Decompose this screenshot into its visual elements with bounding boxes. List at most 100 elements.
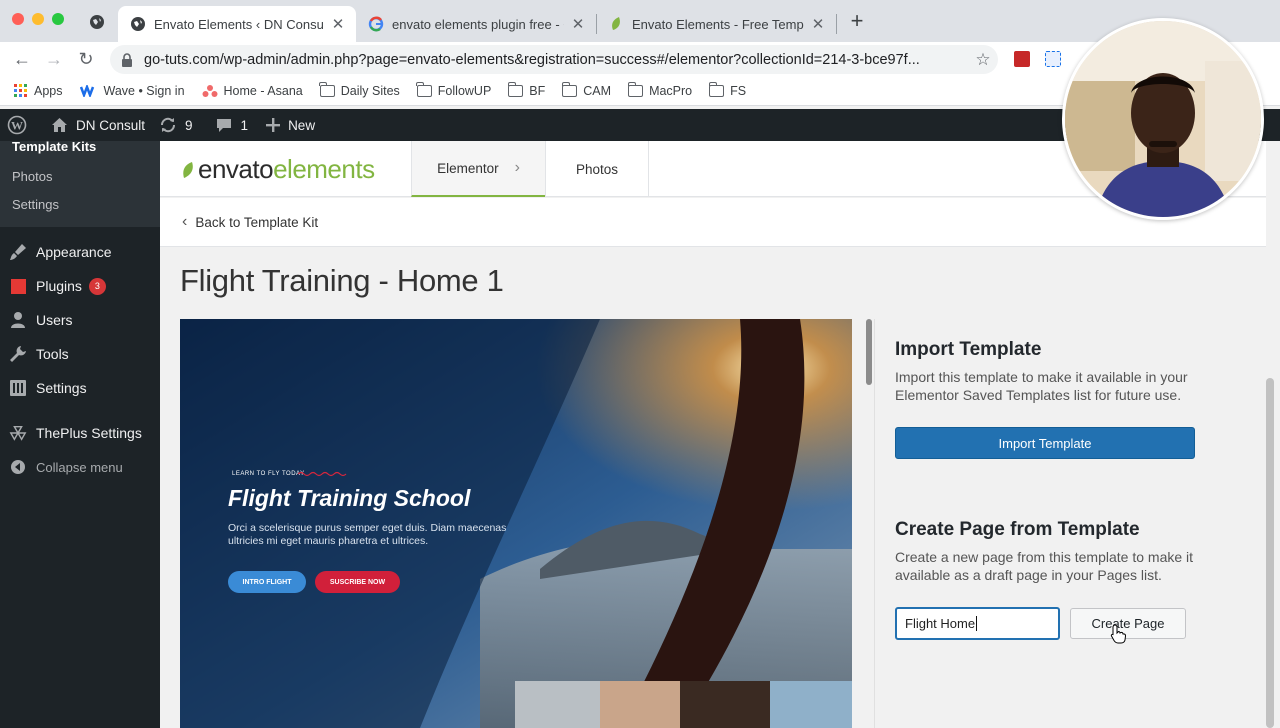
page-scrollbar[interactable] [1266, 378, 1274, 728]
bookmark-label: Daily Sites [340, 83, 400, 98]
bookmark-label: FS [730, 83, 747, 98]
wave-icon [79, 84, 94, 97]
address-bar[interactable]: go-tuts.com/wp-admin/admin.php?page=enva… [110, 45, 998, 74]
page-name-input[interactable]: Flight Home [895, 607, 1060, 640]
logo-text-envato: envato [198, 154, 274, 184]
create-page-button[interactable]: Create Page [1070, 608, 1186, 639]
bookmark-label: Wave • Sign in [103, 83, 185, 98]
sidebar-item-settings[interactable]: Settings [0, 371, 160, 405]
logo-text-elements: elements [273, 154, 375, 184]
text-caret [976, 616, 978, 631]
preview-scrollbar[interactable] [866, 319, 872, 385]
wordpress-logo-icon: W [7, 115, 27, 135]
panel-divider [874, 319, 875, 728]
import-template-description: Import this template to make it availabl… [895, 369, 1188, 403]
page-name-value: Flight Home [905, 616, 976, 631]
close-window-button[interactable] [12, 13, 24, 25]
tab-separator [836, 14, 837, 34]
sidebar-item-theplus-settings[interactable]: ThePlus Settings [0, 416, 160, 450]
tab-envato-elements-admin[interactable]: Envato Elements ‹ DN Consult ✕ [118, 6, 356, 42]
bookmark-label: MacPro [649, 83, 693, 98]
comments-count: 1 [240, 117, 249, 133]
tab-envato-free-templates[interactable]: Envato Elements - Free Templa ✕ [596, 6, 836, 42]
close-tab-icon[interactable]: ✕ [810, 15, 826, 33]
updates-link[interactable]: 9 [159, 116, 193, 134]
plus-icon [266, 118, 281, 132]
tab-google-search[interactable]: envato elements plugin free - G ✕ [356, 6, 596, 42]
bookmark-label: Home - Asana [223, 83, 303, 98]
close-tab-icon[interactable]: ✕ [330, 15, 346, 33]
pinned-tab-globe-icon[interactable] [89, 14, 105, 30]
chevron-right-icon: › [514, 159, 520, 176]
bookmark-cam[interactable]: CAM [561, 81, 612, 98]
sidebar-item-plugins[interactable]: Plugins 3 [0, 269, 160, 303]
site-name-link[interactable]: DN Consult [51, 117, 145, 133]
svg-text:W: W [11, 119, 23, 133]
wp-admin-sidebar: Template Kits Photos Settings Appearance… [0, 140, 160, 728]
preview-headline: Flight Training School [228, 485, 471, 511]
bookmark-apps[interactable]: Apps [14, 83, 63, 98]
site-name: DN Consult [76, 117, 146, 133]
folder-icon [416, 81, 432, 97]
forward-arrow-icon[interactable]: → [42, 47, 66, 71]
bookmark-wave[interactable]: Wave • Sign in [79, 83, 185, 98]
tab-title: Envato Elements - Free Templa [632, 16, 804, 32]
preview-eyebrow: LEARN TO FLY TODAY [232, 471, 305, 477]
lock-icon [122, 52, 132, 67]
comments-link[interactable]: 1 [215, 117, 249, 134]
bookmark-fs[interactable]: FS [708, 81, 747, 98]
paintbrush-icon [9, 243, 27, 261]
comment-icon [216, 118, 231, 132]
sidebar-item-users[interactable]: Users [0, 303, 160, 337]
template-preview-image[interactable]: LEARN TO FLY TODAY Flight Training Schoo… [180, 319, 852, 728]
user-icon [9, 311, 27, 329]
tab-photos[interactable]: Photos [545, 141, 649, 197]
folder-icon [507, 81, 524, 97]
envato-submenu: Template Kits Photos Settings [0, 140, 160, 227]
tab-title: envato elements plugin free - G [392, 16, 564, 32]
wordpress-logo-button[interactable]: W [7, 115, 35, 135]
home-icon [52, 118, 67, 132]
back-to-template-kit-link[interactable]: Back to Template Kit [195, 215, 318, 230]
extension-n-icon[interactable] [1045, 51, 1061, 67]
create-page-description: Create a new page from this template to … [895, 549, 1194, 583]
submenu-item-template-kits[interactable]: Template Kits [0, 140, 160, 163]
envato-elements-logo: envato elements [180, 154, 375, 185]
bookmark-label: BF [529, 83, 546, 98]
envato-leaf-icon [612, 17, 620, 30]
bookmark-star-icon[interactable]: ☆ [968, 50, 998, 70]
maximize-window-button[interactable] [52, 13, 64, 25]
minimize-window-button[interactable] [32, 13, 44, 25]
tab-title: Envato Elements ‹ DN Consult [154, 16, 324, 32]
submenu-item-settings[interactable]: Settings [0, 191, 160, 219]
bookmark-bf[interactable]: BF [507, 81, 546, 98]
chevron-left-icon[interactable]: ‹ [182, 213, 187, 231]
reload-icon[interactable]: ↻ [74, 47, 98, 71]
bookmark-daily-sites[interactable]: Daily Sites [319, 81, 400, 98]
collapse-menu-button[interactable]: Collapse menu [0, 450, 160, 484]
sidebar-item-label: Users [36, 312, 73, 328]
presenter-video [1065, 21, 1261, 217]
sidebar-item-label: Settings [36, 380, 87, 396]
wave-decoration-icon [298, 471, 347, 477]
bookmark-macpro[interactable]: MacPro [627, 81, 693, 98]
bookmark-label: CAM [583, 83, 612, 98]
sidebar-item-appearance[interactable]: Appearance [0, 235, 160, 269]
import-template-button[interactable]: Import Template [895, 427, 1195, 459]
sidebar-item-label: Plugins [36, 278, 82, 294]
folder-icon [708, 81, 725, 97]
extension-lastpass-icon[interactable] [1014, 51, 1030, 67]
tab-elementor[interactable]: Elementor › [411, 141, 545, 197]
close-tab-icon[interactable]: ✕ [570, 15, 586, 33]
new-tab-button[interactable]: + [846, 10, 868, 32]
back-arrow-icon[interactable]: ← [10, 47, 34, 71]
bookmark-followup[interactable]: FollowUP [416, 81, 491, 98]
sidebar-item-tools[interactable]: Tools [0, 337, 160, 371]
back-to-template-kit-bar: ‹ Back to Template Kit [160, 198, 1266, 247]
folder-icon [627, 81, 644, 97]
page-title: Flight Training - Home 1 [180, 263, 504, 298]
new-content-link[interactable]: New [266, 118, 315, 133]
bookmark-asana[interactable]: Home - Asana [202, 84, 303, 98]
submenu-item-photos[interactable]: Photos [0, 163, 160, 191]
folder-icon [561, 81, 578, 97]
